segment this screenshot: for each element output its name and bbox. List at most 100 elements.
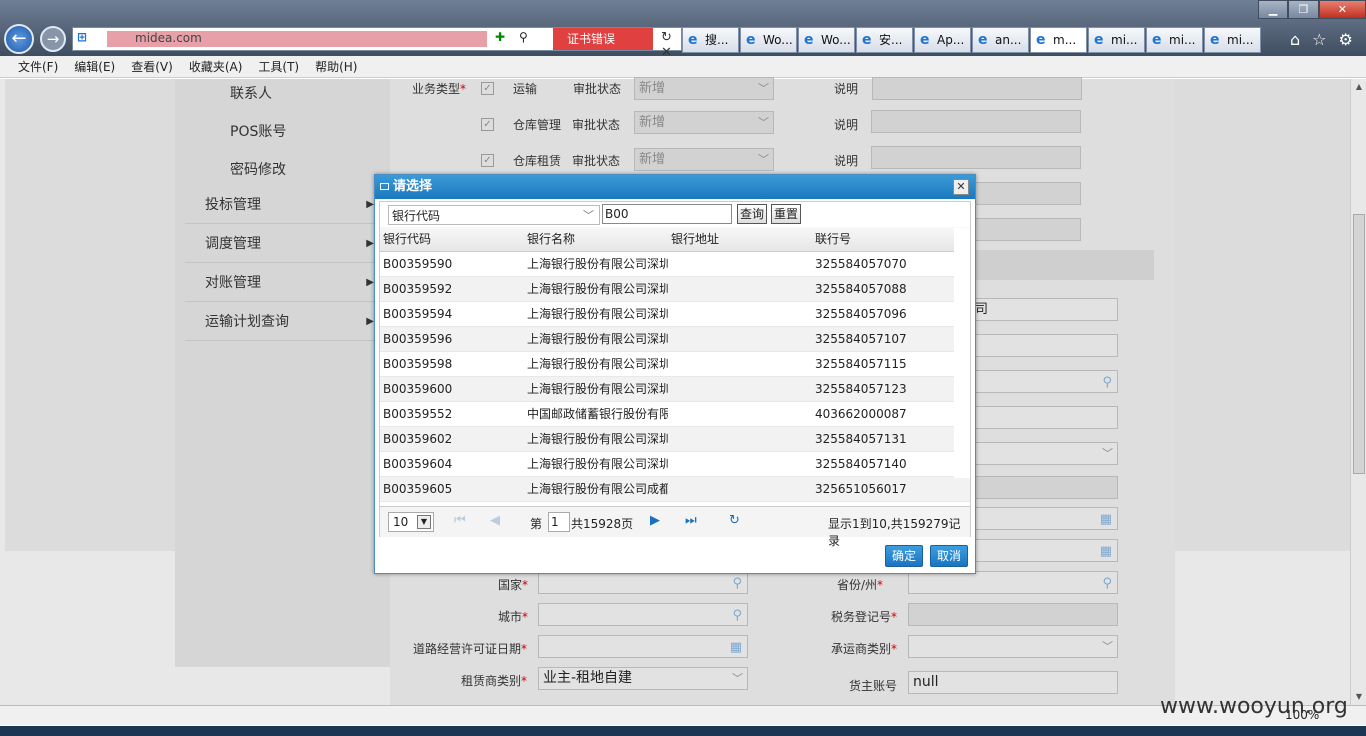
- home-icon[interactable]: ⌂: [1290, 30, 1300, 49]
- table-cell: [668, 277, 812, 301]
- menu-edit[interactable]: 编辑(E): [74, 56, 115, 77]
- tab[interactable]: 安...: [856, 27, 913, 53]
- scroll-thumb[interactable]: [1353, 214, 1365, 474]
- compat-icon[interactable]: ⊞: [77, 30, 87, 44]
- table-row[interactable]: B00359590 上海银行股份有限公司深圳 325584057070: [380, 252, 970, 277]
- url-text[interactable]: midea.com: [107, 31, 487, 47]
- column-header[interactable]: 银行地址: [668, 227, 812, 251]
- column-header[interactable]: 银行名称: [524, 227, 668, 251]
- tab[interactable]: Wo...: [740, 27, 797, 53]
- table-row[interactable]: B00359598 上海银行股份有限公司深圳 325584057115: [380, 352, 970, 377]
- calendar-icon[interactable]: ▦: [730, 637, 742, 658]
- tab[interactable]: 搜...: [682, 27, 739, 53]
- table-row[interactable]: B00359592 上海银行股份有限公司深圳 325584057088: [380, 277, 970, 302]
- tab-active[interactable]: m...: [1030, 27, 1087, 53]
- sidebar-item-dispatch[interactable]: 调度管理 ▶: [185, 225, 380, 263]
- refresh-icon[interactable]: ↻: [729, 513, 740, 528]
- column-header[interactable]: 银行代码: [380, 227, 524, 251]
- prev-page-icon[interactable]: ◀: [490, 513, 500, 528]
- back-button[interactable]: ←: [4, 24, 34, 54]
- first-page-icon[interactable]: ⏮: [454, 513, 466, 528]
- tab[interactable]: mi...: [1146, 27, 1203, 53]
- last-page-icon[interactable]: ⏭: [685, 513, 697, 528]
- page-scrollbar[interactable]: ▲ ▼: [1350, 79, 1366, 705]
- page-number-input[interactable]: 1: [548, 512, 570, 532]
- tab[interactable]: mi...: [1204, 27, 1261, 53]
- page-size-select[interactable]: 10 ▼: [388, 512, 434, 532]
- lessor-type-select[interactable]: 业主-租地自建 ﹀: [538, 667, 748, 690]
- menu-file[interactable]: 文件(F): [18, 56, 58, 77]
- scroll-up-icon[interactable]: ▲: [1351, 79, 1366, 95]
- table-row[interactable]: B00359605 上海银行股份有限公司成都 325651056017: [380, 477, 970, 502]
- sidebar-item-transport[interactable]: 运输计划查询 ▶: [185, 303, 380, 341]
- sidebar-item-password[interactable]: 密码修改: [230, 159, 286, 179]
- province-input[interactable]: ⚲: [908, 571, 1118, 594]
- status-select[interactable]: 新增 ﹀: [634, 111, 774, 134]
- favorites-star-icon[interactable]: ☆: [1312, 30, 1326, 49]
- note-input[interactable]: [871, 146, 1081, 169]
- note-input[interactable]: [872, 77, 1082, 100]
- search-icon[interactable]: ⚲: [732, 573, 742, 594]
- tab[interactable]: Wo...: [798, 27, 855, 53]
- search-icon[interactable]: ⚲: [519, 30, 528, 44]
- sidebar-item-pos[interactable]: POS账号: [230, 121, 286, 141]
- menu-help[interactable]: 帮助(H): [315, 56, 357, 77]
- reset-button[interactable]: 重置: [771, 204, 802, 224]
- add-icon[interactable]: ✚: [495, 30, 505, 44]
- table-row[interactable]: B00359602 上海银行股份有限公司深圳 325584057131: [380, 427, 970, 452]
- tab[interactable]: Ap...: [914, 27, 971, 53]
- country-input[interactable]: ⚲: [538, 571, 748, 594]
- table-row[interactable]: B00359596 上海银行股份有限公司深圳 325584057107: [380, 327, 970, 352]
- search-icon[interactable]: ⚲: [732, 605, 742, 626]
- table-cell: B00359598: [383, 357, 453, 371]
- close-window-button[interactable]: ✕: [1318, 0, 1366, 19]
- road-permit-date-input[interactable]: ▦: [538, 635, 748, 658]
- filter-field-select[interactable]: 银行代码 ﹀: [388, 205, 600, 225]
- status-select[interactable]: 新增 ﹀: [634, 148, 774, 171]
- search-icon[interactable]: ⚲: [1102, 372, 1112, 393]
- type-label: 运输: [513, 82, 538, 96]
- cancel-button[interactable]: 取消: [930, 545, 968, 567]
- table-row[interactable]: B00359600 上海银行股份有限公司深圳 325584057123: [380, 377, 970, 402]
- gear-icon[interactable]: ⚙: [1339, 30, 1353, 49]
- cert-error-badge[interactable]: 证书错误: [553, 28, 653, 50]
- confirm-button[interactable]: 确定: [885, 545, 923, 567]
- status-select[interactable]: 新增 ﹀: [634, 77, 774, 100]
- sidebar-item-bidding[interactable]: 投标管理 ▶: [185, 186, 380, 224]
- tax-label: 税务登记号*: [831, 610, 898, 624]
- checkbox-lease[interactable]: ✓: [481, 154, 494, 167]
- forward-button[interactable]: →: [40, 26, 66, 52]
- chevron-right-icon: ▶: [366, 316, 374, 327]
- sidebar-item-reconcile[interactable]: 对账管理 ▶: [185, 264, 380, 302]
- tab[interactable]: an...: [972, 27, 1029, 53]
- table-row[interactable]: B00359594 上海银行股份有限公司深圳 325584057096: [380, 302, 970, 327]
- sidebar-item-contact[interactable]: 联系人: [230, 83, 272, 103]
- note-input[interactable]: [871, 110, 1081, 133]
- menu-favorites[interactable]: 收藏夹(A): [189, 56, 243, 77]
- next-page-icon[interactable]: ▶: [650, 513, 660, 528]
- carrier-type-select[interactable]: ﹀: [908, 635, 1118, 658]
- shipper-account-input[interactable]: null: [908, 671, 1118, 694]
- address-bar[interactable]: ⊞ midea.com ✚ ⚲ 证书错误 ↻ ✕: [72, 27, 682, 60]
- tab[interactable]: mi...: [1088, 27, 1145, 53]
- search-icon[interactable]: ⚲: [1102, 573, 1112, 594]
- menu-view[interactable]: 查看(V): [131, 56, 173, 77]
- checkbox-transport[interactable]: ✓: [481, 82, 494, 95]
- search-button[interactable]: 查询: [737, 204, 768, 224]
- table-row[interactable]: B00359604 上海银行股份有限公司深圳 325584057140: [380, 452, 970, 477]
- dialog-close-button[interactable]: ✕: [953, 179, 969, 195]
- calendar-icon[interactable]: ▦: [1100, 541, 1112, 562]
- query-input[interactable]: B00: [602, 204, 732, 224]
- table-row[interactable]: B00359552 中国邮政储蓄银行股份有限 403662000087: [380, 402, 970, 427]
- menu-tools[interactable]: 工具(T): [258, 56, 299, 77]
- column-header[interactable]: 联行号: [812, 227, 952, 251]
- scroll-down-icon[interactable]: ▼: [1351, 689, 1366, 705]
- dialog-header: 请选择 ✕: [375, 175, 975, 199]
- maximize-button[interactable]: ❐: [1288, 0, 1319, 19]
- city-input[interactable]: ⚲: [538, 603, 748, 626]
- minimize-button[interactable]: ▁: [1258, 0, 1289, 19]
- calendar-icon[interactable]: ▦: [1100, 509, 1112, 530]
- checkbox-warehouse[interactable]: ✓: [481, 118, 494, 131]
- table-scrollbar[interactable]: [954, 228, 970, 478]
- tax-input[interactable]: [908, 603, 1118, 626]
